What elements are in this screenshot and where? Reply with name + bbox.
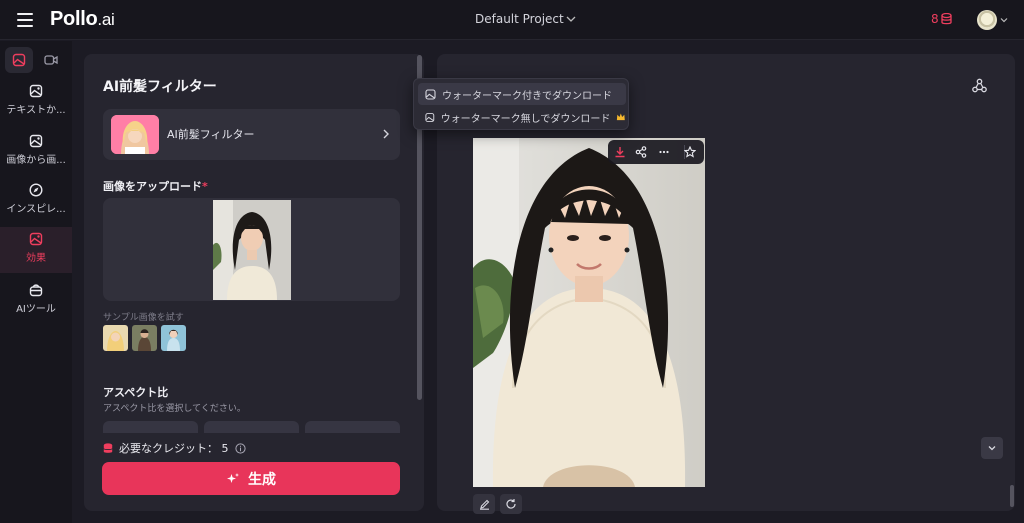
avatar[interactable] bbox=[977, 10, 997, 30]
upload-label: 画像をアップロード* bbox=[103, 178, 208, 194]
sidebar-item-inspiration[interactable]: インスピレ... bbox=[0, 183, 72, 229]
coins-icon bbox=[941, 13, 952, 25]
credits-label: 必要なクレジット： 5 bbox=[119, 442, 229, 455]
menu-icon[interactable] bbox=[17, 13, 33, 27]
sidebar-mode-tabs bbox=[5, 47, 67, 75]
refresh-icon bbox=[506, 499, 516, 509]
sidebar-item-label: 効果 bbox=[26, 253, 46, 264]
sidebar-item-ai-tools[interactable]: AIツール bbox=[0, 283, 72, 329]
uploaded-image bbox=[213, 200, 291, 300]
download-without-watermark-item[interactable]: ウォーターマーク無しでダウンロード bbox=[418, 106, 626, 128]
filter-selector[interactable]: AI前髪フィルター bbox=[103, 109, 400, 160]
aspect-ratio-option[interactable] bbox=[204, 421, 299, 433]
text-image-icon bbox=[29, 84, 43, 98]
download-button[interactable] bbox=[612, 144, 628, 160]
panel-title: AI前髪フィルター bbox=[103, 79, 217, 95]
image-icon bbox=[12, 53, 26, 67]
regenerate-button[interactable] bbox=[500, 494, 522, 514]
chevron-down-icon bbox=[988, 446, 996, 451]
menu-item-label: ウォーターマーク付きでダウンロード bbox=[442, 90, 612, 102]
video-mode-tab[interactable] bbox=[37, 47, 65, 73]
share-icon bbox=[635, 146, 647, 158]
logo-text: Pollo bbox=[50, 8, 98, 30]
required-mark: * bbox=[202, 180, 208, 193]
app-logo[interactable]: Pollo.ai bbox=[50, 8, 115, 31]
aspect-ratio-option[interactable] bbox=[103, 421, 198, 433]
download-with-watermark-item[interactable]: ウォーターマーク付きでダウンロード bbox=[418, 83, 626, 105]
sidebar-item-image-to-image[interactable]: 画像から画... bbox=[0, 134, 72, 180]
more-icon bbox=[659, 150, 669, 154]
generate-button[interactable]: 生成 bbox=[102, 462, 400, 495]
menu-item-label: ウォーターマーク無しでダウンロード bbox=[440, 113, 611, 125]
generate-label: 生成 bbox=[248, 471, 276, 488]
sample-images-label: サンプル画像を試す bbox=[103, 313, 184, 323]
upload-label-text: 画像をアップロード bbox=[103, 180, 202, 193]
filter-thumbnail bbox=[111, 115, 159, 154]
image-toolbar bbox=[608, 140, 704, 164]
credit-count: 8 bbox=[931, 12, 939, 26]
project-name[interactable]: Default Project bbox=[475, 12, 564, 26]
sidebar-item-label: 画像から画... bbox=[6, 155, 66, 166]
image-upload-area[interactable] bbox=[103, 198, 400, 301]
required-credits: 必要なクレジット： 5 bbox=[103, 440, 246, 456]
edit-button[interactable] bbox=[473, 494, 495, 514]
aspect-ratio-title: アスペクト比 bbox=[103, 386, 169, 399]
expand-button[interactable] bbox=[981, 437, 1003, 459]
download-icon bbox=[615, 147, 625, 158]
toolbox-icon bbox=[29, 284, 43, 297]
logo-suffix: .ai bbox=[97, 10, 115, 29]
sidebar-item-label: テキストか... bbox=[6, 105, 66, 116]
image-mode-tab[interactable] bbox=[5, 47, 33, 73]
generated-image[interactable] bbox=[473, 138, 705, 487]
sample-image[interactable] bbox=[103, 325, 128, 351]
chevron-down-icon[interactable] bbox=[566, 14, 576, 24]
star-icon bbox=[684, 146, 696, 158]
sidebar-item-label: インスピレ... bbox=[6, 204, 66, 215]
download-menu: ウォーターマーク付きでダウンロード ウォーターマーク無しでダウンロード bbox=[413, 78, 629, 130]
compass-icon bbox=[29, 183, 43, 197]
effect-settings-panel: AI前髪フィルター AI前髪フィルター 画像をアップロード* サンプル画像を試す… bbox=[84, 54, 424, 511]
result-scrollbar[interactable] bbox=[1010, 485, 1014, 507]
image-edit-icon bbox=[29, 134, 43, 148]
info-icon[interactable] bbox=[234, 442, 246, 454]
share-button[interactable] bbox=[633, 144, 649, 160]
sidebar: テキストか... 画像から画... インスピレ... 効果 AIツール bbox=[0, 41, 72, 523]
sample-image[interactable] bbox=[161, 325, 186, 351]
filter-name: AI前髪フィルター bbox=[167, 128, 255, 141]
image-icon bbox=[425, 88, 436, 100]
video-icon bbox=[44, 55, 58, 65]
sample-image[interactable] bbox=[132, 325, 157, 351]
top-bar: Pollo.ai Default Project 8 bbox=[0, 0, 1024, 40]
sidebar-item-effects[interactable]: 効果 bbox=[0, 227, 72, 273]
more-options-button[interactable] bbox=[656, 144, 672, 160]
image-icon bbox=[425, 112, 435, 122]
sparkle-icon bbox=[227, 472, 239, 483]
sidebar-item-label: AIツール bbox=[16, 304, 56, 315]
coins-icon bbox=[103, 442, 113, 453]
effects-icon bbox=[29, 232, 43, 246]
chevron-down-icon[interactable] bbox=[1000, 16, 1008, 24]
share-icon[interactable] bbox=[972, 78, 987, 93]
aspect-ratio-option[interactable] bbox=[305, 421, 400, 433]
sidebar-item-text-to-image[interactable]: テキストか... bbox=[0, 84, 72, 130]
favorite-button[interactable] bbox=[682, 144, 698, 160]
chevron-right-icon bbox=[383, 129, 389, 139]
pencil-icon bbox=[479, 499, 489, 510]
aspect-ratio-subtitle: アスペクト比を選択してください。 bbox=[103, 404, 246, 414]
crown-icon bbox=[617, 113, 626, 121]
